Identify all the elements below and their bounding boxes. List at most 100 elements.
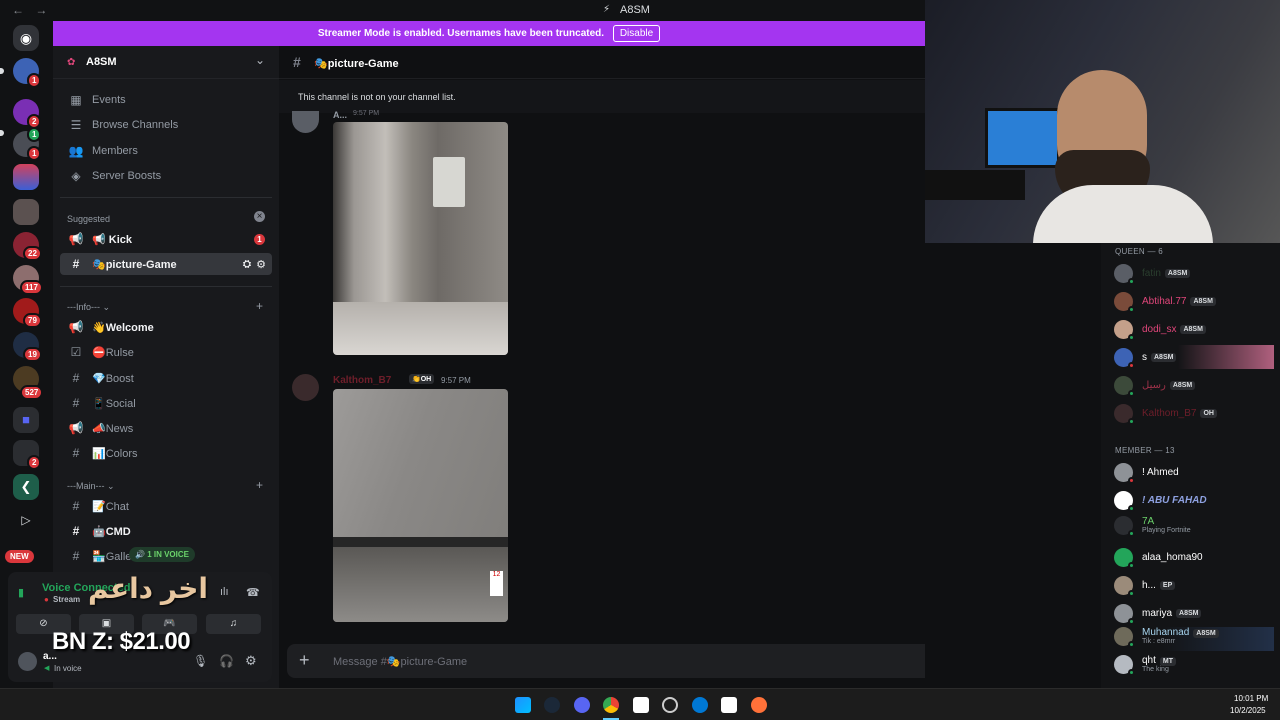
channel-picture-game[interactable]: # 🎭picture-Game ⛭ ⚙ (60, 253, 272, 275)
avatar[interactable] (18, 652, 37, 671)
role-tag: A8SM (1190, 296, 1216, 306)
channel-news[interactable]: 📢 📣News (60, 417, 272, 439)
app-icon[interactable] (692, 697, 708, 713)
image-bottom (333, 547, 508, 622)
plus-icon[interactable]: + (299, 650, 310, 671)
discover-icon[interactable]: ▷ (13, 507, 39, 533)
message-author[interactable]: A... (333, 110, 347, 120)
add-channel-icon[interactable]: + (256, 478, 263, 492)
member-item[interactable]: dodi_sx A8SM (1114, 317, 1206, 341)
channel-boost[interactable]: # 💎Boost (60, 367, 272, 389)
member-item[interactable]: 7A Playing Fortnite (1114, 516, 1191, 540)
image-tag: 12 (490, 571, 503, 596)
member-item[interactable]: ! ABU FAHAD (1114, 488, 1207, 512)
menu-label: Browse Channels (92, 119, 179, 131)
channel-chat[interactable]: # 📝Chat (60, 495, 272, 517)
member-name: Abtihal.77 (1142, 295, 1187, 307)
browse-icon: ☰ (70, 118, 82, 132)
menu-browse-channels[interactable]: ☰ Browse Channels (60, 114, 272, 136)
role-tag: OH (1200, 408, 1217, 418)
hashtag-icon: # (72, 499, 80, 513)
add-channel-icon[interactable]: + (256, 299, 263, 313)
member-item[interactable]: qht MT The king (1114, 655, 1177, 679)
avatar (1114, 347, 1135, 369)
discord-icon[interactable] (574, 697, 590, 713)
headphones-icon[interactable]: 🎧 (219, 654, 234, 668)
start-icon[interactable] (515, 697, 531, 713)
hashtag-icon: # (72, 371, 80, 385)
avatar (1114, 490, 1135, 512)
disable-button[interactable]: Disable (612, 25, 661, 42)
member-name: mariya (1142, 607, 1173, 619)
avatar (1114, 291, 1135, 313)
rules-icon: ☑ (70, 345, 82, 359)
server-icon[interactable] (13, 164, 39, 190)
message-author[interactable]: Kalthom_B7 (333, 375, 391, 386)
gear-icon[interactable]: ⚙ (245, 653, 257, 669)
add-member-icon[interactable]: ⛭ (243, 259, 251, 270)
firefox-icon[interactable] (751, 697, 767, 713)
attached-image[interactable] (333, 122, 508, 355)
close-icon[interactable]: × (254, 211, 265, 222)
clock-date[interactable]: 10/2/2025 (1230, 706, 1266, 715)
app-icon[interactable] (662, 697, 678, 713)
channel-welcome[interactable]: 📢 👋Welcome (60, 316, 272, 338)
channel-colors[interactable]: # 📊Colors (60, 442, 272, 464)
role-tag: A8SM (1164, 268, 1191, 278)
channel-cmd[interactable]: # 🤖CMD (60, 520, 272, 542)
member-item[interactable]: h... EP (1114, 573, 1176, 597)
clock-time[interactable]: 10:01 PM (1234, 694, 1268, 703)
sound-icon[interactable]: ılı (220, 586, 229, 598)
mention-badge: 527 (20, 385, 44, 400)
chrome-icon[interactable] (603, 697, 619, 713)
signal-icon[interactable]: ▮ (18, 586, 24, 599)
history-nav[interactable]: ← → (12, 3, 51, 17)
composer-placeholder[interactable]: Message #🎭picture-Game (333, 655, 467, 668)
channel-social[interactable]: # 📱Social (60, 392, 272, 414)
server-name: A8SM (86, 56, 117, 68)
member-item[interactable]: ! Ahmed (1114, 460, 1179, 484)
gear-icon[interactable]: ⚙ (256, 258, 266, 271)
member-item[interactable]: Kalthom_B7 OH (1114, 401, 1217, 425)
folder-icon[interactable]: ■ (13, 407, 39, 433)
discord-home-icon[interactable]: ◉ (13, 25, 39, 51)
shirt (1033, 185, 1213, 243)
avatar (1114, 263, 1135, 285)
category-main[interactable]: ---Main--- ⌄ (67, 481, 115, 492)
avatar[interactable] (292, 111, 319, 133)
member-item[interactable]: Muhannad A8SM Tik : e8mrr (1114, 627, 1274, 651)
unread-pip (0, 68, 4, 74)
menu-events[interactable]: ▦ Events (60, 89, 272, 111)
channel-rulse[interactable]: ☑ ⛔Rulse (60, 341, 272, 363)
member-item[interactable]: s A8SM (1114, 345, 1274, 369)
app-icon[interactable] (633, 697, 649, 713)
avatar (1114, 655, 1135, 676)
member-item[interactable]: Abtihal.77 A8SM (1114, 289, 1216, 313)
category-info[interactable]: ---Info--- ⌄ (67, 302, 110, 313)
channel-kick[interactable]: 📢 📢 Kick 1 (60, 228, 272, 250)
soundboard-button[interactable]: ♫ (206, 614, 261, 634)
member-item[interactable]: fatin A8SM (1114, 261, 1191, 285)
steam-icon[interactable] (544, 697, 560, 713)
avatar[interactable] (292, 374, 319, 401)
server-icon[interactable] (13, 199, 39, 225)
in-voice-pill[interactable]: 🔊 1 IN VOICE (129, 547, 195, 562)
channel-name: 📢 Kick (92, 233, 132, 246)
member-item[interactable]: رسيل A8SM (1114, 373, 1196, 397)
avatar (1114, 603, 1135, 625)
microphone-icon[interactable]: 🎙 (193, 654, 208, 668)
menu-members[interactable]: 👥 Members (60, 140, 272, 162)
menu-server-boosts[interactable]: ◈ Server Boosts (60, 165, 272, 187)
capcut-icon[interactable] (721, 697, 737, 713)
attached-image[interactable]: 12 (333, 389, 508, 622)
mention-badge: 117 (20, 280, 43, 295)
server-header[interactable]: ✿ A8SM ⌄ (53, 46, 279, 79)
member-item[interactable]: mariya A8SM (1114, 601, 1202, 625)
server-icon[interactable]: ❮ (13, 474, 39, 500)
role-tag: 👏OH (409, 374, 435, 384)
avatar (1114, 462, 1135, 484)
new-badge[interactable]: NEW (5, 550, 34, 563)
mention-badge: 1 (27, 127, 42, 142)
member-item[interactable]: alaa_homa90 (1114, 545, 1203, 569)
disconnect-icon[interactable]: ☎ (246, 586, 260, 599)
